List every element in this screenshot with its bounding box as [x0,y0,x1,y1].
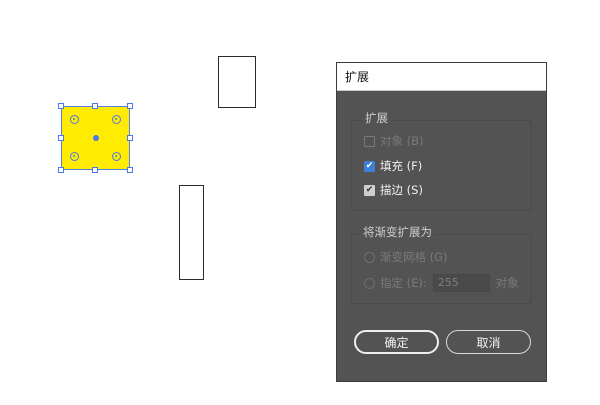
anchor-point[interactable] [70,115,79,124]
stroke-option[interactable]: ✔ 描边 (S) [364,182,423,198]
outlined-rectangle[interactable] [218,56,256,108]
outlined-rectangle[interactable] [179,185,204,280]
anchor-point[interactable] [112,115,121,124]
bounding-box-handle[interactable] [58,167,64,173]
bounding-box-handle[interactable] [92,167,98,173]
bounding-box-handle[interactable] [58,103,64,109]
center-point [93,135,99,141]
object-checkbox [364,135,375,147]
gradient-group-title: 将渐变扩展为 [360,224,435,240]
bounding-box-handle[interactable] [127,167,133,173]
specify-unit-label: 对象 [495,276,519,290]
bounding-box-handle[interactable] [92,103,98,109]
cancel-button[interactable]: 取消 [446,330,531,354]
gradient-group: 将渐变扩展为 渐变网格 (G) 指定 (E): 255 对象 [351,224,532,304]
expand-group-title: 扩展 [362,110,391,126]
anchor-point[interactable] [70,152,79,161]
dialog-title-bar[interactable]: 扩展 [337,63,546,91]
ok-button[interactable]: 确定 [354,330,439,354]
gradient-mesh-option: 渐变网格 (G) [364,249,448,265]
gradient-mesh-label: 渐变网格 (G) [380,250,448,264]
expand-group: 扩展 对象 (B) ✔ 填充 (F) ✔ 描边 (S) [351,110,532,211]
anchor-point[interactable] [112,152,121,161]
specify-objects-input: 255 [432,274,490,292]
object-label: 对象 (B) [380,134,424,148]
bounding-box-handle[interactable] [58,135,64,141]
specify-option: 指定 (E): 255 对象 [364,274,519,292]
object-option: 对象 (B) [364,133,424,149]
fill-checkbox[interactable]: ✔ [364,160,375,172]
bounding-box-handle[interactable] [127,103,133,109]
selected-yellow-square[interactable] [61,106,130,170]
bounding-box-handle[interactable] [127,135,133,141]
specify-label: 指定 (E): [380,276,427,290]
gradient-mesh-radio [364,251,375,263]
stroke-checkbox[interactable]: ✔ [364,184,375,196]
specify-radio [364,277,375,289]
dialog-title: 扩展 [345,70,370,84]
expand-dialog: 扩展 扩展 对象 (B) ✔ 填充 (F) ✔ 描边 (S) 将渐变扩展为 渐变… [336,62,547,382]
stroke-label: 描边 (S) [380,183,423,197]
fill-label: 填充 (F) [380,159,423,173]
fill-option[interactable]: ✔ 填充 (F) [364,158,422,174]
